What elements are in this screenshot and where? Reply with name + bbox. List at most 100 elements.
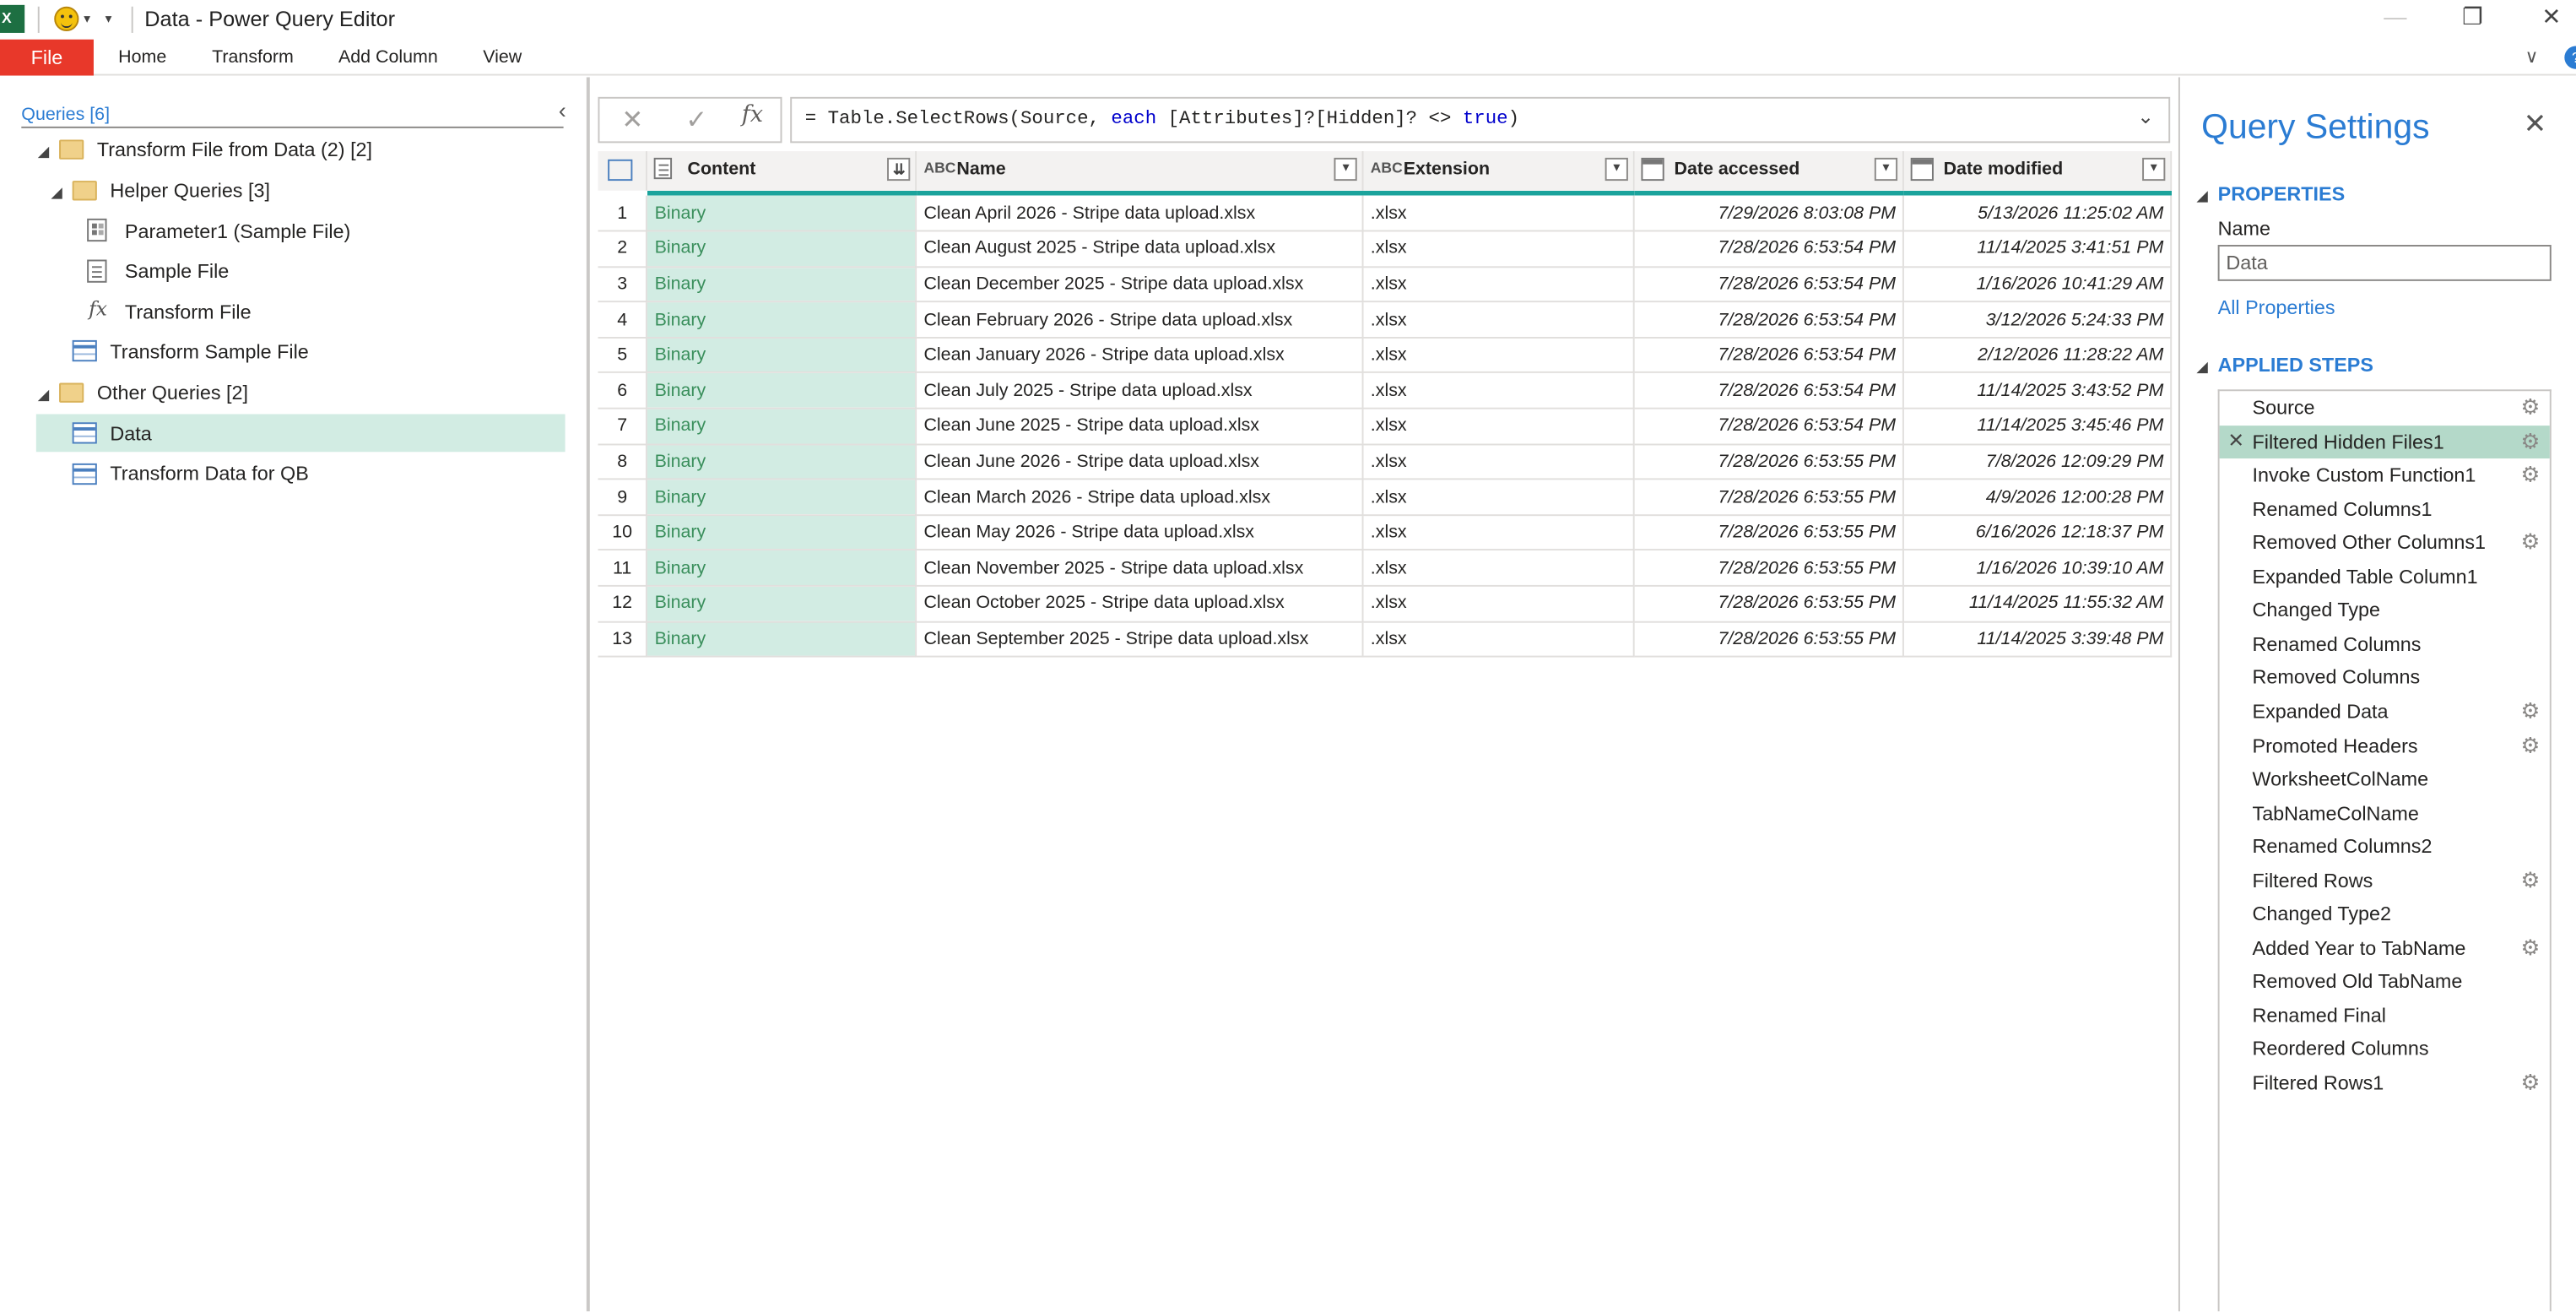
date-accessed-cell[interactable]: 7/28/2026 6:53:54 PM bbox=[1633, 408, 1904, 445]
name-cell[interactable]: Clean April 2026 - Stripe data upload.xl… bbox=[916, 195, 1364, 232]
date-modified-cell[interactable]: 4/9/2026 12:00:28 PM bbox=[1902, 479, 2173, 516]
query-sample-file[interactable]: Sample File bbox=[125, 260, 229, 283]
applied-step[interactable]: ✕ Filtered Hidden Files1 ⚙ bbox=[2219, 425, 2550, 459]
row-number[interactable]: 10 bbox=[598, 514, 648, 551]
binary-cell[interactable]: Binary bbox=[647, 621, 917, 658]
column-header-extension[interactable]: ABC Extension ▼ bbox=[1363, 151, 1635, 191]
datetime-icon[interactable] bbox=[1910, 157, 1934, 182]
column-header-content[interactable]: Content ⇊ bbox=[647, 151, 917, 191]
datetime-icon[interactable] bbox=[1641, 157, 1664, 182]
date-modified-cell[interactable]: 1/16/2026 10:41:29 AM bbox=[1902, 266, 2173, 303]
column-header-date-accessed[interactable]: Date accessed ▼ bbox=[1633, 151, 1904, 191]
delete-step-icon[interactable]: ✕ bbox=[2227, 428, 2244, 451]
row-number[interactable]: 8 bbox=[598, 443, 648, 480]
table-menu-button[interactable] bbox=[598, 151, 648, 191]
row-number[interactable]: 13 bbox=[598, 621, 648, 658]
date-modified-cell[interactable]: 11/14/2025 11:55:32 AM bbox=[1902, 585, 2173, 622]
minimize-button[interactable]: — bbox=[2371, 3, 2420, 30]
applied-step[interactable]: Promoted Headers ⚙ bbox=[2220, 729, 2550, 762]
applied-step[interactable]: Removed Columns bbox=[2220, 661, 2550, 695]
binary-cell[interactable]: Binary bbox=[647, 408, 917, 445]
applied-step[interactable]: Changed Type2 bbox=[2220, 897, 2550, 931]
extension-cell[interactable]: .xlsx bbox=[1363, 195, 1635, 232]
date-modified-cell[interactable]: 2/12/2026 11:28:22 AM bbox=[1902, 337, 2173, 374]
filter-dropdown-icon[interactable]: ▼ bbox=[1334, 157, 1358, 182]
step-settings-gear-icon[interactable]: ⚙ bbox=[2520, 462, 2540, 488]
query-transform-file[interactable]: Transform File bbox=[125, 301, 252, 323]
extension-cell[interactable]: .xlsx bbox=[1363, 550, 1635, 587]
binary-cell[interactable]: Binary bbox=[647, 301, 917, 339]
applied-step[interactable]: Renamed Columns1 bbox=[2220, 492, 2550, 526]
fx-icon[interactable]: fx bbox=[733, 102, 772, 128]
query-group-transform-file[interactable]: Transform File from Data (2) [2] bbox=[97, 138, 372, 160]
binary-cell[interactable]: Binary bbox=[647, 372, 917, 409]
name-cell[interactable]: Clean June 2025 - Stripe data upload.xls… bbox=[916, 408, 1364, 445]
row-number[interactable]: 6 bbox=[598, 372, 648, 409]
date-modified-cell[interactable]: 1/16/2026 10:39:10 AM bbox=[1902, 550, 2173, 587]
expand-formula-icon[interactable]: ⌄ bbox=[2137, 106, 2154, 128]
binary-cell[interactable]: Binary bbox=[647, 479, 917, 516]
step-settings-gear-icon[interactable]: ⚙ bbox=[2520, 732, 2540, 758]
query-data[interactable]: Data bbox=[110, 422, 151, 445]
date-accessed-cell[interactable]: 7/28/2026 6:53:55 PM bbox=[1633, 621, 1904, 658]
step-settings-gear-icon[interactable]: ⚙ bbox=[2520, 698, 2540, 724]
date-accessed-cell[interactable]: 7/28/2026 6:53:55 PM bbox=[1633, 585, 1904, 622]
collapse-queries-icon[interactable]: ‹ bbox=[559, 97, 566, 123]
applied-step[interactable]: Filtered Rows1 ⚙ bbox=[2220, 1066, 2550, 1100]
binary-cell[interactable]: Binary bbox=[647, 266, 917, 303]
date-modified-cell[interactable]: 7/8/2026 12:09:29 PM bbox=[1902, 443, 2173, 480]
extension-cell[interactable]: .xlsx bbox=[1363, 266, 1635, 303]
date-accessed-cell[interactable]: 7/28/2026 6:53:54 PM bbox=[1633, 372, 1904, 409]
query-transform-sample-file[interactable]: Transform Sample File bbox=[110, 340, 308, 363]
row-number[interactable]: 11 bbox=[598, 550, 648, 587]
row-number[interactable]: 1 bbox=[598, 195, 648, 232]
collapse-triangle-icon[interactable]: ◢ bbox=[2196, 358, 2207, 376]
step-settings-gear-icon[interactable]: ⚙ bbox=[2520, 1070, 2540, 1096]
date-modified-cell[interactable]: 5/13/2026 11:25:02 AM bbox=[1902, 195, 2173, 232]
cancel-icon[interactable]: ✕ bbox=[613, 104, 652, 137]
applied-step[interactable]: Added Year to TabName ⚙ bbox=[2220, 931, 2550, 965]
date-modified-cell[interactable]: 11/14/2025 3:41:51 PM bbox=[1902, 230, 2173, 268]
applied-step[interactable]: Expanded Data ⚙ bbox=[2220, 695, 2550, 729]
date-accessed-cell[interactable]: 7/29/2026 8:03:08 PM bbox=[1633, 195, 1904, 232]
applied-step[interactable]: Invoke Custom Function1 ⚙ bbox=[2220, 458, 2550, 492]
date-accessed-cell[interactable]: 7/28/2026 6:53:54 PM bbox=[1633, 301, 1904, 339]
table-row[interactable]: 12 Binary Clean October 2025 - Stripe data… bbox=[598, 585, 2173, 622]
query-transform-data-for-qb[interactable]: Transform Data for QB bbox=[110, 462, 308, 485]
expand-triangle-icon[interactable]: ◢ bbox=[38, 143, 49, 160]
ribbon-collapse-icon[interactable]: ∨ bbox=[2525, 46, 2539, 67]
name-cell[interactable]: Clean February 2026 - Stripe data upload… bbox=[916, 301, 1364, 339]
extension-cell[interactable]: .xlsx bbox=[1363, 337, 1635, 374]
expand-triangle-icon[interactable]: ◢ bbox=[51, 184, 62, 202]
step-settings-gear-icon[interactable]: ⚙ bbox=[2520, 867, 2540, 893]
date-accessed-cell[interactable]: 7/28/2026 6:53:54 PM bbox=[1633, 230, 1904, 268]
tab-transform[interactable]: Transform bbox=[212, 40, 294, 76]
extension-cell[interactable]: .xlsx bbox=[1363, 621, 1635, 658]
row-number[interactable]: 3 bbox=[598, 266, 648, 303]
date-modified-cell[interactable]: 11/14/2025 3:39:48 PM bbox=[1902, 621, 2173, 658]
applied-step[interactable]: Source ⚙ bbox=[2220, 391, 2550, 425]
text-type-icon[interactable]: ABC bbox=[923, 160, 955, 176]
table-row[interactable]: 9 Binary Clean March 2026 - Stripe data up… bbox=[598, 479, 2173, 516]
applied-step[interactable]: Changed Type bbox=[2220, 594, 2550, 627]
binary-cell[interactable]: Binary bbox=[647, 230, 917, 268]
table-row[interactable]: 4 Binary Clean February 2026 - Stripe data… bbox=[598, 301, 2173, 339]
date-modified-cell[interactable]: 3/12/2026 5:24:33 PM bbox=[1902, 301, 2173, 339]
date-accessed-cell[interactable]: 7/28/2026 6:53:55 PM bbox=[1633, 479, 1904, 516]
applied-step[interactable]: Renamed Final bbox=[2220, 999, 2550, 1033]
filter-dropdown-icon[interactable]: ▼ bbox=[1605, 157, 1629, 182]
close-settings-icon[interactable]: ✕ bbox=[2524, 108, 2547, 141]
table-row[interactable]: 3 Binary Clean December 2025 - Stripe data… bbox=[598, 266, 2173, 303]
commit-icon[interactable]: ✓ bbox=[677, 104, 717, 137]
name-cell[interactable]: Clean November 2025 - Stripe data upload… bbox=[916, 550, 1364, 587]
date-accessed-cell[interactable]: 7/28/2026 6:53:54 PM bbox=[1633, 337, 1904, 374]
binary-cell[interactable]: Binary bbox=[647, 585, 917, 622]
applied-step[interactable]: Filtered Rows ⚙ bbox=[2220, 864, 2550, 897]
row-number[interactable]: 4 bbox=[598, 301, 648, 339]
extension-cell[interactable]: .xlsx bbox=[1363, 408, 1635, 445]
column-header-name[interactable]: ABC Name ▼ bbox=[916, 151, 1364, 191]
filter-dropdown-icon[interactable]: ▼ bbox=[1874, 157, 1898, 182]
expand-binaries-button[interactable]: ⇊ bbox=[887, 157, 911, 182]
applied-step[interactable]: Removed Other Columns1 ⚙ bbox=[2220, 526, 2550, 560]
table-row[interactable]: 13 Binary Clean September 2025 - Stripe da… bbox=[598, 621, 2173, 658]
